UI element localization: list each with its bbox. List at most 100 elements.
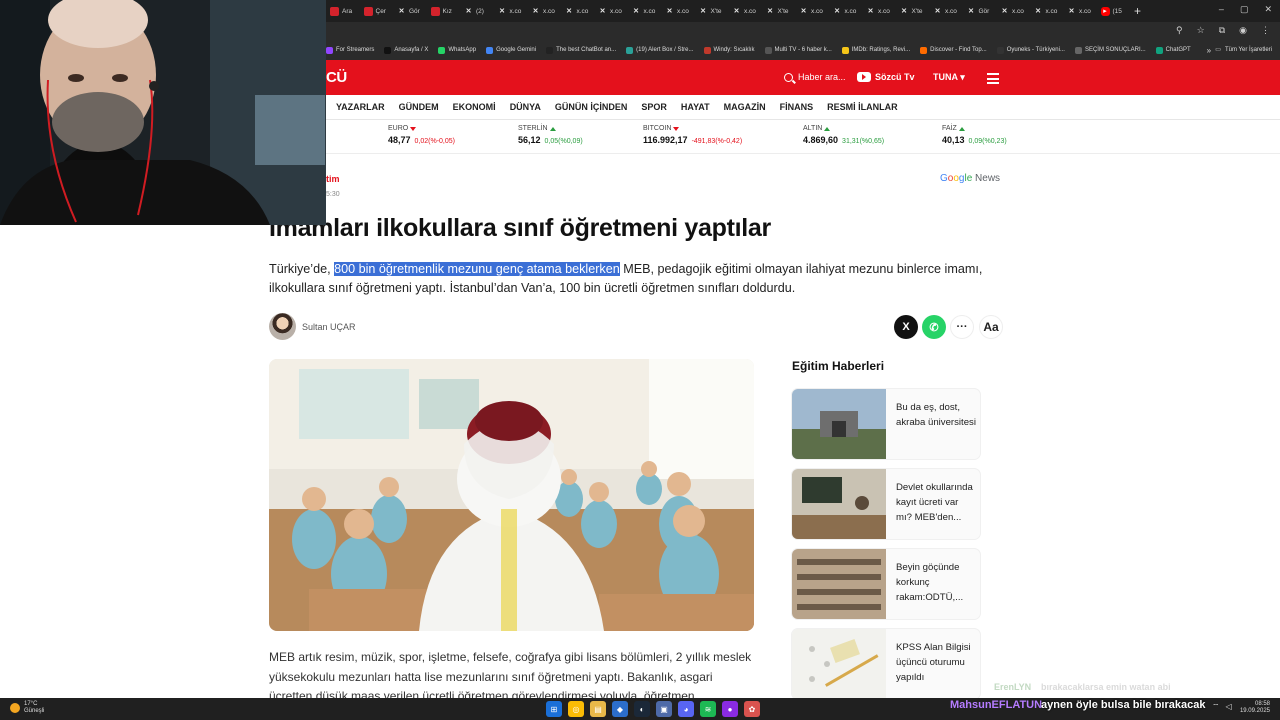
obs-icon[interactable]: ● xyxy=(722,701,738,717)
sidebar-news-card[interactable]: Devlet okullarında kayıt ücreti var mı? … xyxy=(792,469,980,539)
browser-tab[interactable]: ✕ x.co xyxy=(1063,2,1097,20)
browser-tab[interactable]: ✕ x.co xyxy=(862,2,896,20)
browser-tab[interactable]: Ara xyxy=(326,2,360,20)
ticker-name: FAİZ xyxy=(942,125,957,132)
ticker-item[interactable]: BITCOIN 116.992,17 -491,83(%-0,42) xyxy=(643,125,742,145)
tab-title: x.co xyxy=(1012,7,1024,15)
more-options-button[interactable]: ··· xyxy=(950,315,974,339)
sidebar-news-card[interactable]: Beyin göçünde korkunç rakam:ODTÜ,... xyxy=(792,549,980,619)
author-byline[interactable]: Sultan UÇAR xyxy=(269,313,356,340)
close-icon[interactable]: ✕ xyxy=(1264,4,1272,15)
bookmark-star-icon[interactable]: ☆ xyxy=(1197,25,1205,36)
browser-tab[interactable]: ✕ x.co xyxy=(996,2,1030,20)
browser-tab[interactable]: ✕ Gör xyxy=(963,2,997,20)
browser-tab[interactable]: Çer xyxy=(360,2,394,20)
browser-tab[interactable]: ✕ x.co xyxy=(1030,2,1064,20)
app-icon[interactable]: ◆ xyxy=(612,701,628,717)
app-icon[interactable]: ▣ xyxy=(656,701,672,717)
bookmark-item[interactable]: ChatGPT xyxy=(1155,46,1191,54)
sozcu-tv-button[interactable]: Sözcü Tv xyxy=(857,72,915,82)
sidebar-news-card[interactable]: KPSS Alan Bilgisi üçüncü oturumu yapıldı xyxy=(792,629,980,699)
minimize-icon[interactable]: – xyxy=(1219,4,1224,15)
browser-tab[interactable]: Kız xyxy=(427,2,461,20)
bookmark-favicon-icon xyxy=(920,46,928,54)
article-category[interactable]: tim xyxy=(326,174,340,184)
share-x-button[interactable]: X xyxy=(894,315,918,339)
windows-start-icon[interactable]: ⊞ xyxy=(546,701,562,717)
file-explorer-icon[interactable]: ▤ xyxy=(590,701,606,717)
nav-item[interactable]: EKONOMİ xyxy=(453,102,496,112)
system-tray[interactable]: ⌔ ◁ xyxy=(1212,702,1232,712)
extensions-icon[interactable]: ⧉ xyxy=(1219,25,1225,36)
bookmark-item[interactable]: The best ChatBot an... xyxy=(546,46,616,54)
bookmark-item[interactable]: Discover - Find Top... xyxy=(920,46,987,54)
nav-item[interactable]: RESMİ İLANLAR xyxy=(827,102,898,112)
youtube-icon: ▸ xyxy=(1100,6,1110,16)
browser-tab[interactable]: ✕ x.co xyxy=(494,2,528,20)
header-search[interactable]: Haber ara... xyxy=(784,72,846,82)
nav-item[interactable]: GÜNDEM xyxy=(399,102,439,112)
bookmark-item[interactable]: WhatsApp xyxy=(438,46,476,54)
browser-tab[interactable]: ✕ x.co xyxy=(929,2,963,20)
hamburger-menu-icon[interactable] xyxy=(987,73,999,87)
maximize-icon[interactable]: ▢ xyxy=(1240,4,1249,15)
discord-icon[interactable]: ◕ xyxy=(678,701,694,717)
share-whatsapp-button[interactable]: ✆ xyxy=(922,315,946,339)
browser-tab[interactable]: ✕ x.co xyxy=(594,2,628,20)
browser-tab[interactable]: ✕ x.co xyxy=(661,2,695,20)
bookmark-item[interactable]: Multi TV - 6 haber k... xyxy=(764,46,832,54)
ticker-item[interactable]: FAİZ 40,13 0,09(%0,23) xyxy=(942,125,1007,145)
bookmark-item[interactable]: (19) Alert Box / Stre... xyxy=(626,46,694,54)
bookmark-item[interactable]: IMDb: Ratings, Revi... xyxy=(841,46,910,54)
browser-tab[interactable]: ✕ X'te xyxy=(762,2,796,20)
ticker-item[interactable]: EURO 48,77 0,02(%-0,05) xyxy=(388,125,455,145)
bookmark-item[interactable]: Oyuneks - Türkiyeni... xyxy=(996,46,1065,54)
browser-tab[interactable]: ✕ Gör xyxy=(393,2,427,20)
browser-tab[interactable]: ✕ (2) xyxy=(460,2,494,20)
nav-item[interactable]: SPOR xyxy=(641,102,667,112)
browser-tab[interactable]: ✕ x.co xyxy=(795,2,829,20)
user-menu[interactable]: TUNA ▾ xyxy=(933,72,965,83)
bookmark-item[interactable]: SEÇİM SONUÇLARI... xyxy=(1074,46,1146,54)
nav-item[interactable]: DÜNYA xyxy=(510,102,541,112)
more-bookmarks-icon[interactable]: » xyxy=(1207,46,1211,55)
ticker-item[interactable]: ALTIN 4.869,60 31,31(%0,65) xyxy=(803,125,884,145)
browser-tab[interactable]: ✕ x.co xyxy=(628,2,662,20)
x-logo-icon: ✕ xyxy=(666,8,673,15)
author-avatar xyxy=(269,313,296,340)
bookmark-item[interactable]: Anasayfa / X xyxy=(384,46,428,54)
site-logo[interactable]: CÜ xyxy=(326,69,347,86)
browser-menu-icon[interactable]: ⋮ xyxy=(1261,25,1270,36)
browser-tab[interactable]: ✕ x.co xyxy=(829,2,863,20)
nav-item[interactable]: YAZARLAR xyxy=(336,102,385,112)
browser-tab[interactable]: ▸ (15 xyxy=(1097,2,1131,20)
zoom-icon[interactable]: ⚲ xyxy=(1176,25,1183,36)
steam-icon[interactable]: ◐ xyxy=(634,701,650,717)
bookmark-item[interactable]: Windy: Sıcaklık xyxy=(703,46,755,54)
browser-tab[interactable]: ✕ X'te xyxy=(896,2,930,20)
taskbar-clock[interactable]: 08:58 19.09.2025 xyxy=(1240,701,1270,715)
bookmark-item[interactable]: For Streamers xyxy=(326,46,374,54)
spotify-icon[interactable]: ≋ xyxy=(700,701,716,717)
ticker-item[interactable]: STERLİN 56,12 0,05(%0,09) xyxy=(518,125,583,145)
font-size-button[interactable]: Aa xyxy=(979,315,1003,339)
nav-item[interactable]: GÜNÜN İÇİNDEN xyxy=(555,102,628,112)
nav-item[interactable]: FİNANS xyxy=(780,102,814,112)
bookmark-item[interactable]: Google Gemini xyxy=(486,46,536,54)
nav-item[interactable]: MAGAZİN xyxy=(724,102,766,112)
bookmarks-folder[interactable]: ▭ Tüm Yer İşaretleri xyxy=(1215,46,1272,54)
profile-icon[interactable]: ◉ xyxy=(1239,25,1247,36)
sidebar-news-card[interactable]: Bu da eş, dost, akraba üniversitesi xyxy=(792,389,980,459)
browser-tab[interactable]: ✕ x.co xyxy=(728,2,762,20)
selected-text[interactable]: 800 bin öğretmenlik mezunu genç atama be… xyxy=(334,262,620,276)
app-icon[interactable]: ✿ xyxy=(744,701,760,717)
nav-item[interactable]: HAYAT xyxy=(681,102,710,112)
browser-tab[interactable]: ✕ X'te xyxy=(695,2,729,20)
browser-tab[interactable]: ✕ x.co xyxy=(527,2,561,20)
new-tab-icon[interactable]: + xyxy=(1134,4,1141,18)
google-news-link[interactable]: Google News xyxy=(940,173,1000,184)
chrome-icon[interactable]: ◎ xyxy=(568,701,584,717)
arrow-up-icon xyxy=(824,126,831,131)
browser-tab[interactable]: ✕ x.co xyxy=(561,2,595,20)
weather-widget[interactable]: 17°C Güneşli xyxy=(10,701,44,715)
